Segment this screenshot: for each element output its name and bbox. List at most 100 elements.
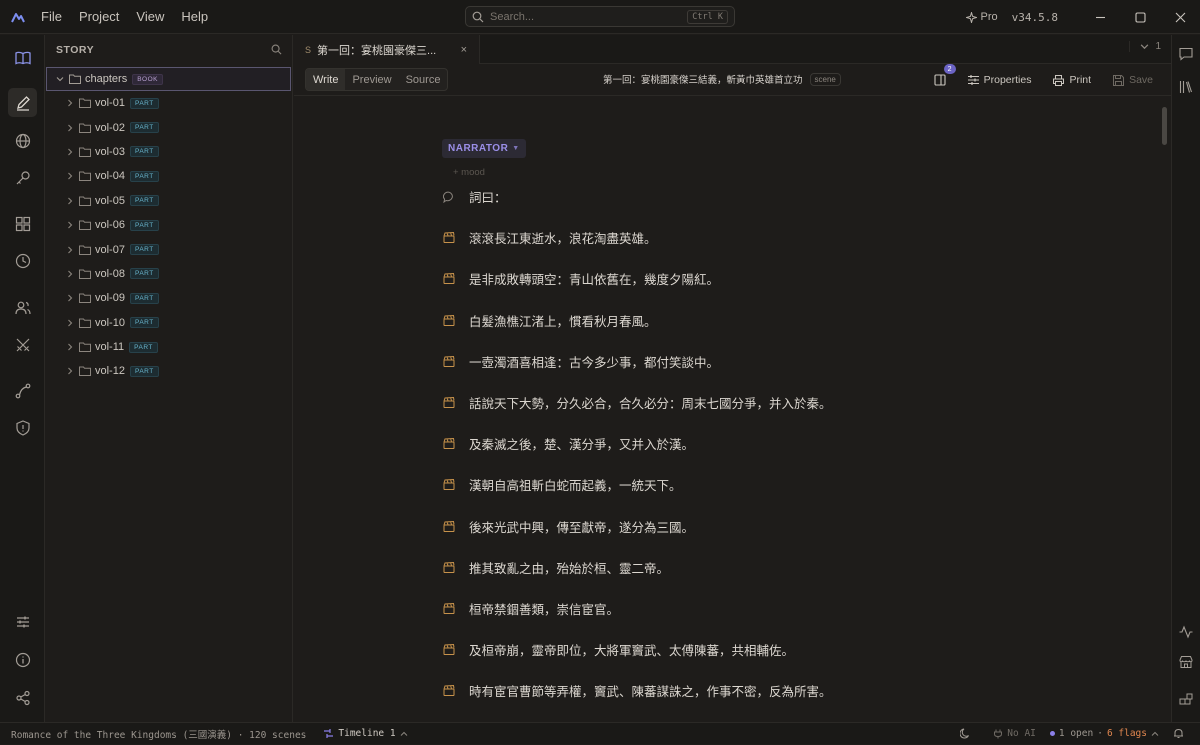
tree-item-vol-06[interactable]: vol-06 PART [45,213,292,237]
mode-source[interactable]: Source [399,69,448,90]
key-icon[interactable] [8,163,37,192]
script-line[interactable]: 滾滾長江東逝水，浪花淘盡英雄。 [442,228,657,247]
library-icon[interactable] [1179,80,1193,94]
pen-icon[interactable] [8,88,37,117]
maximize-button[interactable] [1120,0,1160,34]
swords-icon[interactable] [8,330,37,359]
tree-item-vol-07[interactable]: vol-07 PART [45,237,292,261]
close-icon[interactable]: × [461,44,467,56]
clapper-icon [442,232,455,244]
search-box[interactable]: Ctrl K [465,6,735,27]
minimize-button[interactable] [1080,0,1120,34]
activity-icon[interactable] [1179,625,1193,639]
globe-icon[interactable] [8,126,37,155]
chevron-right-icon [64,319,76,327]
users-icon[interactable] [8,293,37,322]
document-content[interactable]: NARRATOR ▼ + mood 詞曰： 滾滾長江東逝水，浪花淘盡英雄。是非成敗… [294,97,1160,722]
tree-item-vol-10[interactable]: vol-10 PART [45,311,292,335]
mode-preview[interactable]: Preview [345,69,398,90]
flags-summary[interactable]: 1 open · 6 flags [1049,728,1159,739]
tree-item-vol-01[interactable]: vol-01 PART [45,91,292,115]
close-window-button[interactable] [1160,0,1200,34]
script-line-text: 後來光武中興，傳至獻帝，遂分為三國。 [469,520,695,535]
tree-item-vol-05[interactable]: vol-05 PART [45,189,292,213]
chevron-right-icon [64,148,76,156]
chat-icon[interactable] [1179,47,1193,61]
tree-item-label: vol-12 [95,365,125,378]
script-line[interactable]: 詞曰： [442,187,507,206]
tree-item-vol-11[interactable]: vol-11 PART [45,335,292,359]
menu-project[interactable]: Project [74,9,131,24]
status-bar: Romance of the Three Kingdoms (三國演義) · 1… [0,722,1200,744]
print-button[interactable]: Print [1053,74,1091,86]
script-line[interactable]: 話說天下大勢，分久必合，合久必分：周末七國分爭，并入於秦。 [442,393,832,412]
tree-item-vol-04[interactable]: vol-04 PART [45,164,292,188]
shield-icon[interactable] [8,413,37,442]
save-button[interactable]: Save [1113,74,1153,86]
script-line[interactable]: 是非成敗轉頭空：青山依舊在，幾度夕陽紅。 [442,269,719,288]
menu-help[interactable]: Help [176,9,220,24]
speaker-selector[interactable]: NARRATOR ▼ [442,139,526,158]
tree-root-label: chapters [85,73,128,85]
clapper-icon [442,603,455,614]
script-line[interactable]: 一壺濁酒喜相逢：古今多少事，都付笑談中。 [442,352,719,371]
tree-item-vol-02[interactable]: vol-02 PART [45,115,292,139]
script-line[interactable]: 及桓帝崩，靈帝即位，大將軍竇武、太傅陳蕃，共相輔佐。 [442,640,794,659]
part-badge: PART [129,365,159,377]
share-icon[interactable] [8,683,37,712]
tree-item-vol-08[interactable]: vol-08 PART [45,262,292,286]
info-icon[interactable] [8,645,37,674]
part-badge: PART [129,317,159,329]
blocks-icon[interactable] [1179,693,1193,707]
script-line[interactable]: 及秦滅之後，楚、漢分爭，又并入於漢。 [442,434,694,453]
properties-button[interactable]: Properties [967,74,1031,86]
open-dot [1049,731,1055,736]
tree-item-label: vol-06 [95,219,125,232]
mode-write[interactable]: Write [306,69,346,90]
tab-list-toggle[interactable]: 1 [1129,41,1161,52]
sliders-icon[interactable] [8,607,37,636]
script-line[interactable]: 後來光武中興，傳至獻帝，遂分為三國。 [442,517,694,536]
folder-icon [79,123,91,133]
tree-item-vol-03[interactable]: vol-03 PART [45,140,292,164]
tab-scene-1[interactable]: S 第一回：宴桃園豪傑三... × [294,35,480,64]
script-line[interactable]: 推其致亂之由，殆始於桓、靈二帝。 [442,558,669,577]
timeline-selector[interactable]: Timeline 1 [323,728,407,739]
script-line[interactable]: 漢朝自高祖斬白蛇而起義，一統天下。 [442,475,682,494]
print-label: Print [1069,74,1092,86]
menu-file[interactable]: File [36,9,74,24]
route-icon[interactable] [8,376,37,405]
tree-item-vol-12[interactable]: vol-12 PART [45,359,292,383]
sparkle-icon [965,11,977,23]
chevron-up-icon [1151,730,1159,738]
tree-root-chapters[interactable]: chapters BOOK [46,67,291,91]
tree-item-label: vol-09 [95,292,125,305]
bell-icon[interactable] [1173,728,1184,739]
script-line[interactable]: 時有宦官曹節等弄權，竇武、陳蕃謀誅之，作事不密，反為所害。 [442,681,832,700]
menu-view[interactable]: View [131,9,176,24]
sidebar-search-icon[interactable] [271,44,282,55]
book-badge: BOOK [132,73,163,85]
split-view-button[interactable]: 2 [934,64,956,86]
script-line[interactable]: 桓帝禁錮善類，崇信宦官。 [442,599,619,618]
add-mood-button[interactable]: + mood [453,167,485,178]
search-input[interactable] [490,10,670,23]
folder-icon [79,318,91,328]
grid-icon[interactable] [8,209,37,238]
scrollbar-thumb[interactable] [1162,107,1167,145]
app-logo-icon [0,11,36,23]
document-title: 第一回：宴桃園豪傑三結義，斬黃巾英雄首立功 scene [603,72,841,86]
book-icon[interactable] [8,43,37,72]
moon-icon[interactable] [960,728,971,739]
store-icon[interactable] [1179,655,1193,669]
document-title-text: 第一回：宴桃園豪傑三結義，斬黃巾英雄首立功 [603,75,803,86]
script-line[interactable]: 白髮漁樵江渚上，慣看秋月春風。 [442,311,657,330]
part-badge: PART [129,170,159,182]
folder-open-icon [69,74,81,84]
tree-item-label: vol-10 [95,316,125,329]
ai-status[interactable]: No AI [993,728,1036,739]
pro-badge[interactable]: Pro [965,11,998,23]
script-line-text: 時有宦官曹節等弄權，竇武、陳蕃謀誅之，作事不密，反為所害。 [469,685,832,700]
clock-icon[interactable] [8,246,37,275]
tree-item-vol-09[interactable]: vol-09 PART [45,286,292,310]
